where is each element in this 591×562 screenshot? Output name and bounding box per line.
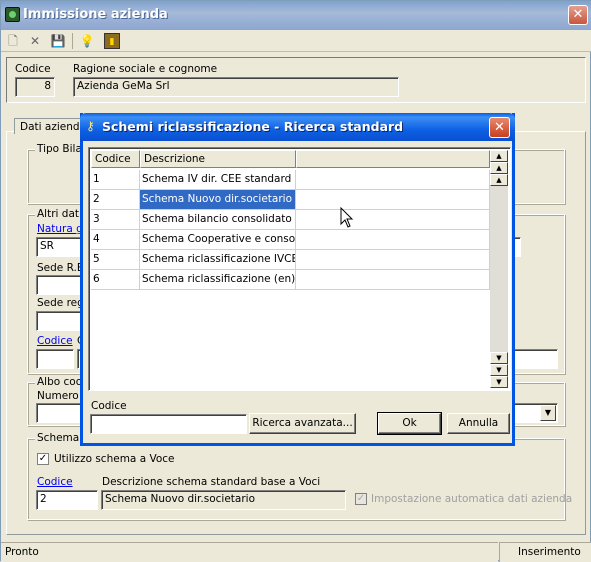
save-icon[interactable]: 💾 — [50, 33, 66, 49]
codice-left-field[interactable] — [36, 349, 74, 369]
mouse-cursor-icon — [340, 207, 354, 228]
grid-cell-empty[interactable] — [296, 230, 490, 250]
tab-dati-azienda[interactable]: Dati azienda — [14, 118, 86, 134]
dialog-codice-field[interactable] — [90, 414, 247, 434]
dialog-codice-label: Codice — [91, 400, 127, 412]
column-header-codice[interactable]: Codice — [91, 150, 140, 168]
grid-cell-description[interactable]: Schema bilancio consolidato — [140, 210, 296, 230]
ricerca-avanzata-button[interactable]: Ricerca avanzata... — [249, 413, 356, 434]
delete-icon[interactable]: ✕ — [27, 33, 43, 49]
grid-cell-code[interactable]: 2 — [91, 190, 140, 210]
window-title: Immissione azienda — [23, 7, 168, 22]
header-panel: Codice Ragione sociale e cognome 8 Azien… — [6, 57, 586, 103]
key-icon: ⚷ — [86, 119, 95, 133]
grid-cell-code[interactable]: 3 — [91, 210, 140, 230]
grid-cell-code[interactable]: 1 — [91, 170, 140, 190]
utilizzo-schema-label: Utilizzo schema a Voce — [54, 453, 175, 465]
grid-cell-description[interactable]: Schema riclassificazione (en) — [140, 270, 296, 290]
grid-cell-code[interactable]: 6 — [91, 270, 140, 290]
grid-cell-empty[interactable] — [296, 250, 490, 270]
annulla-button[interactable]: Annulla — [447, 413, 510, 434]
close-window-button[interactable]: ✕ — [568, 5, 588, 25]
albo-dropdown[interactable]: ▼ — [513, 403, 558, 423]
exit-icon[interactable]: ▮ — [104, 33, 120, 49]
toolbar-separator — [72, 33, 73, 49]
column-header-empty — [296, 150, 490, 168]
grid-cell-empty[interactable] — [296, 270, 490, 290]
schema-group-label: Schema — [35, 432, 82, 444]
auto-settings-checkbox[interactable]: ✓ — [355, 493, 367, 505]
title-bar[interactable]: Immissione azienda ✕ — [1, 1, 591, 30]
codice-link-left[interactable]: Codice — [37, 335, 73, 347]
grid-cell-empty[interactable] — [296, 210, 490, 230]
chevron-down-icon[interactable]: ▼ — [540, 405, 556, 421]
scroll-track[interactable] — [490, 186, 508, 352]
auto-settings-label: Impostazione automatica dati azienda — [371, 493, 573, 505]
grid-cell-description[interactable]: Schema riclassificazione IVCEE — [140, 250, 296, 270]
dialog-close-button[interactable]: ✕ — [489, 117, 510, 138]
schema-desc-field: Schema Nuovo dir.societario — [101, 490, 346, 510]
grid-cell-description[interactable]: Schema Nuovo dir.societario — [140, 190, 296, 210]
numero-field[interactable] — [36, 403, 86, 423]
toolbar: 🗋 ✕ 💾 💡 ▮ — [1, 30, 591, 52]
scroll-up-icon[interactable]: ▲ — [490, 174, 508, 186]
column-header-descrizione[interactable]: Descrizione — [140, 150, 296, 168]
ragione-label: Ragione sociale e cognome — [73, 63, 218, 75]
ok-button[interactable]: Ok — [377, 412, 442, 435]
natura-field[interactable]: SR — [36, 237, 86, 257]
codice-right-field[interactable] — [513, 349, 558, 369]
codice-label: Codice — [15, 63, 51, 75]
search-dialog: ⚷ Schemi riclassificazione - Ricerca sta… — [80, 113, 515, 446]
grid-cell-code[interactable]: 5 — [91, 250, 140, 270]
scroll-down-icon[interactable]: ▼ — [490, 352, 508, 364]
app-icon — [5, 7, 20, 22]
status-right: Inserimento — [499, 542, 591, 562]
scroll-bottom-icon[interactable]: ▼ — [490, 376, 508, 388]
grid-scrollbar[interactable]: ▲ ▲ ▲ ▼ ▼ ▼ — [490, 150, 508, 388]
ragione-field: Azienda GeMa Srl — [73, 77, 399, 97]
new-icon[interactable]: 🗋 — [5, 33, 21, 49]
sede-re-field[interactable] — [36, 275, 86, 295]
grid-cell-empty[interactable] — [296, 170, 490, 190]
grid-cell-code[interactable]: 4 — [91, 230, 140, 250]
utilizzo-schema-checkbox[interactable]: ✓ — [37, 453, 49, 465]
results-grid[interactable]: Codice Descrizione 1 Schema IV dir. CEE s… — [88, 147, 511, 391]
scroll-page-down-icon[interactable]: ▼ — [490, 364, 508, 376]
dialog-title: Schemi riclassificazione - Ricerca stand… — [102, 119, 404, 134]
sede-reg-field[interactable] — [36, 311, 86, 331]
scroll-top-icon[interactable]: ▲ — [490, 150, 508, 162]
grid-cell-description[interactable]: Schema Cooperative e consorzi — [140, 230, 296, 250]
grid-cell-empty[interactable] — [296, 190, 490, 210]
schema-desc-label: Descrizione schema standard base a Voci — [102, 476, 321, 488]
status-left: Pronto — [1, 542, 498, 562]
scroll-page-up-icon[interactable]: ▲ — [490, 162, 508, 174]
schema-codice-field[interactable]: 2 — [36, 490, 98, 510]
codice-field: 8 — [15, 77, 55, 97]
grid-cell-description[interactable]: Schema IV dir. CEE standard — [140, 170, 296, 190]
info-icon[interactable]: 💡 — [79, 33, 95, 49]
schema-codice-link[interactable]: Codice — [37, 476, 73, 488]
dialog-title-bar[interactable]: ⚷ Schemi riclassificazione - Ricerca sta… — [80, 113, 515, 141]
